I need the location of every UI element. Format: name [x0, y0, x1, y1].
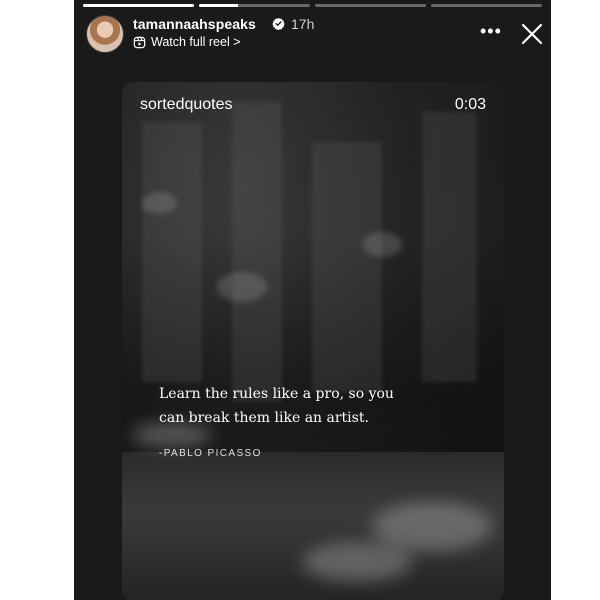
- background-snow: [217, 272, 267, 302]
- story-header: tamannaahspeaks 17h Watch full reel > ••…: [86, 12, 544, 54]
- background-snow: [362, 232, 402, 257]
- progress-segment: [431, 4, 542, 7]
- progress-fill: [83, 4, 194, 7]
- background-tree: [232, 102, 282, 402]
- post-time: 17h: [291, 16, 315, 32]
- more-icon[interactable]: •••: [480, 22, 502, 40]
- background-water-reflection: [372, 502, 492, 552]
- watch-full-reel-link[interactable]: Watch full reel >: [133, 35, 241, 49]
- background-tree: [312, 142, 382, 392]
- progress-segment: [315, 4, 426, 7]
- background-water-reflection: [302, 542, 412, 582]
- background-tree: [142, 122, 202, 382]
- watch-full-reel-label: Watch full reel >: [151, 35, 241, 49]
- quote-text: Learn the rules like a pro, so you can b…: [159, 382, 479, 430]
- avatar[interactable]: [86, 15, 124, 53]
- quote-line: can break them like an artist.: [159, 410, 369, 426]
- background-snow: [142, 192, 177, 214]
- reel-source-account: sortedquotes: [140, 96, 233, 113]
- background-tree: [422, 112, 477, 382]
- progress-segment: [199, 4, 310, 7]
- verified-badge-icon: [272, 17, 285, 30]
- progress-fill: [199, 4, 238, 7]
- quote-line: Learn the rules like a pro, so you: [159, 386, 394, 402]
- reel-icon: [133, 36, 146, 48]
- shared-reel-card[interactable]: sortedquotes 0:03 Learn the rules like a…: [122, 82, 504, 600]
- story-progress: [83, 4, 542, 7]
- story-viewer[interactable]: tamannaahspeaks 17h Watch full reel > ••…: [74, 0, 551, 600]
- quote-author: -PABLO PICASSO: [159, 448, 262, 459]
- progress-segment: [83, 4, 194, 7]
- close-icon[interactable]: [520, 22, 544, 46]
- page: tamannaahspeaks 17h Watch full reel > ••…: [0, 0, 600, 600]
- reel-duration: 0:03: [454, 96, 486, 113]
- username[interactable]: tamannaahspeaks: [133, 16, 256, 32]
